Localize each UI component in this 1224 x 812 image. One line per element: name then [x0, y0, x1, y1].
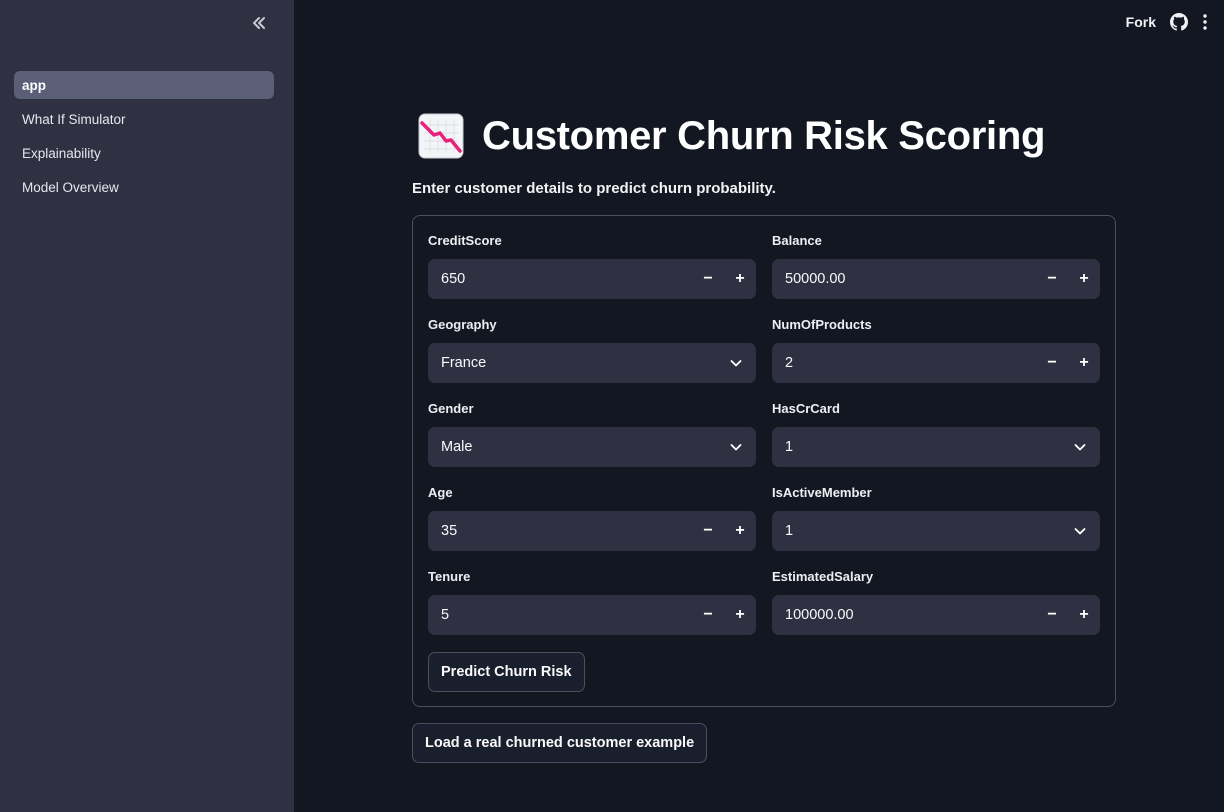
- credit-score-decrement-button[interactable]: −: [692, 259, 724, 299]
- balance-stepper: − +: [1036, 259, 1100, 299]
- credit-score-increment-button[interactable]: +: [724, 259, 756, 299]
- geography-label: Geography: [428, 317, 497, 332]
- is-active-member-label: IsActiveMember: [772, 485, 872, 500]
- balance-input[interactable]: 50000.00 − +: [772, 259, 1100, 299]
- field-credit-score: CreditScore 650 − +: [428, 232, 756, 316]
- page-subtitle: Enter customer details to predict churn …: [412, 180, 776, 197]
- num-of-products-decrement-button[interactable]: −: [1036, 343, 1068, 383]
- credit-score-value: 650: [441, 271, 466, 287]
- tenure-input[interactable]: 5 − +: [428, 595, 756, 635]
- gender-value: Male: [441, 439, 473, 455]
- github-icon: [1170, 13, 1188, 31]
- num-of-products-value: 2: [785, 355, 794, 371]
- sidebar-item-explainability[interactable]: Explainability: [14, 139, 274, 167]
- field-is-active-member: IsActiveMember 1: [772, 484, 1100, 568]
- geography-select[interactable]: France: [428, 343, 756, 383]
- num-of-products-label: NumOfProducts: [772, 317, 872, 332]
- predict-churn-risk-button[interactable]: Predict Churn Risk: [428, 652, 585, 692]
- collapse-sidebar-button[interactable]: [246, 10, 272, 36]
- num-of-products-input[interactable]: 2 − +: [772, 343, 1100, 383]
- top-toolbar: Fork: [1126, 10, 1208, 34]
- chevron-down-icon: [716, 427, 756, 467]
- balance-label: Balance: [772, 233, 822, 248]
- tenure-increment-button[interactable]: +: [724, 595, 756, 635]
- sidebar-nav: app What If Simulator Explainability Mod…: [14, 71, 274, 207]
- gender-select[interactable]: Male: [428, 427, 756, 467]
- has-cr-card-label: HasCrCard: [772, 401, 840, 416]
- age-input[interactable]: 35 − +: [428, 511, 756, 551]
- credit-score-label: CreditScore: [428, 233, 502, 248]
- age-increment-button[interactable]: +: [724, 511, 756, 551]
- form-grid: CreditScore 650 − + Balance 50000.00 − +: [428, 232, 1100, 652]
- credit-score-input[interactable]: 650 − +: [428, 259, 756, 299]
- sidebar: app What If Simulator Explainability Mod…: [0, 0, 294, 812]
- estimated-salary-label: EstimatedSalary: [772, 569, 874, 584]
- tenure-decrement-button[interactable]: −: [692, 595, 724, 635]
- load-example-button[interactable]: Load a real churned customer example: [412, 723, 708, 763]
- estimated-salary-input[interactable]: 100000.00 − +: [772, 595, 1100, 635]
- field-num-of-products: NumOfProducts 2 − +: [772, 316, 1100, 400]
- age-decrement-button[interactable]: −: [692, 511, 724, 551]
- credit-score-stepper: − +: [692, 259, 756, 299]
- sidebar-item-app[interactable]: app: [14, 71, 274, 99]
- title-row: Customer Churn Risk Scoring: [412, 108, 1116, 164]
- field-age: Age 35 − +: [428, 484, 756, 568]
- field-has-cr-card: HasCrCard 1: [772, 400, 1100, 484]
- sidebar-item-model-overview[interactable]: Model Overview: [14, 173, 274, 201]
- age-stepper: − +: [692, 511, 756, 551]
- field-gender: Gender Male: [428, 400, 756, 484]
- age-value: 35: [441, 523, 458, 539]
- tenure-value: 5: [441, 607, 450, 623]
- balance-decrement-button[interactable]: −: [1036, 259, 1068, 299]
- estimated-salary-stepper: − +: [1036, 595, 1100, 635]
- chevron-down-icon: [716, 343, 756, 383]
- tenure-stepper: − +: [692, 595, 756, 635]
- fork-button[interactable]: Fork: [1126, 14, 1156, 30]
- field-balance: Balance 50000.00 − +: [772, 232, 1100, 316]
- estimated-salary-decrement-button[interactable]: −: [1036, 595, 1068, 635]
- page-title: Customer Churn Risk Scoring: [482, 113, 1046, 158]
- main-menu-button[interactable]: [1202, 13, 1208, 31]
- has-cr-card-value: 1: [785, 439, 794, 455]
- chart-decreasing-icon: [418, 113, 464, 159]
- is-active-member-select[interactable]: 1: [772, 511, 1100, 551]
- num-of-products-increment-button[interactable]: +: [1068, 343, 1100, 383]
- sidebar-item-label: Explainability: [22, 145, 101, 161]
- sidebar-item-label: Model Overview: [22, 179, 119, 195]
- chevron-down-icon: [1060, 511, 1100, 551]
- num-of-products-stepper: − +: [1036, 343, 1100, 383]
- main-content: Customer Churn Risk Scoring Enter custom…: [412, 108, 1116, 763]
- chevron-down-icon: [1060, 427, 1100, 467]
- field-estimated-salary: EstimatedSalary 100000.00 − +: [772, 568, 1100, 652]
- has-cr-card-select[interactable]: 1: [772, 427, 1100, 467]
- field-tenure: Tenure 5 − +: [428, 568, 756, 652]
- geography-value: France: [441, 355, 487, 371]
- is-active-member-value: 1: [785, 523, 794, 539]
- balance-value: 50000.00: [785, 271, 846, 287]
- estimated-salary-increment-button[interactable]: +: [1068, 595, 1100, 635]
- github-button[interactable]: [1170, 13, 1188, 31]
- sidebar-item-label: app: [22, 77, 47, 93]
- field-geography: Geography France: [428, 316, 756, 400]
- kebab-menu-icon: [1203, 14, 1207, 30]
- balance-increment-button[interactable]: +: [1068, 259, 1100, 299]
- gender-label: Gender: [428, 401, 474, 416]
- tenure-label: Tenure: [428, 569, 471, 584]
- double-chevron-left-icon: [253, 17, 265, 29]
- estimated-salary-value: 100000.00: [785, 607, 854, 623]
- prediction-form: CreditScore 650 − + Balance 50000.00 − +: [412, 215, 1116, 707]
- sidebar-item-label: What If Simulator: [22, 111, 126, 127]
- sidebar-item-what-if-simulator[interactable]: What If Simulator: [14, 105, 274, 133]
- age-label: Age: [428, 485, 453, 500]
